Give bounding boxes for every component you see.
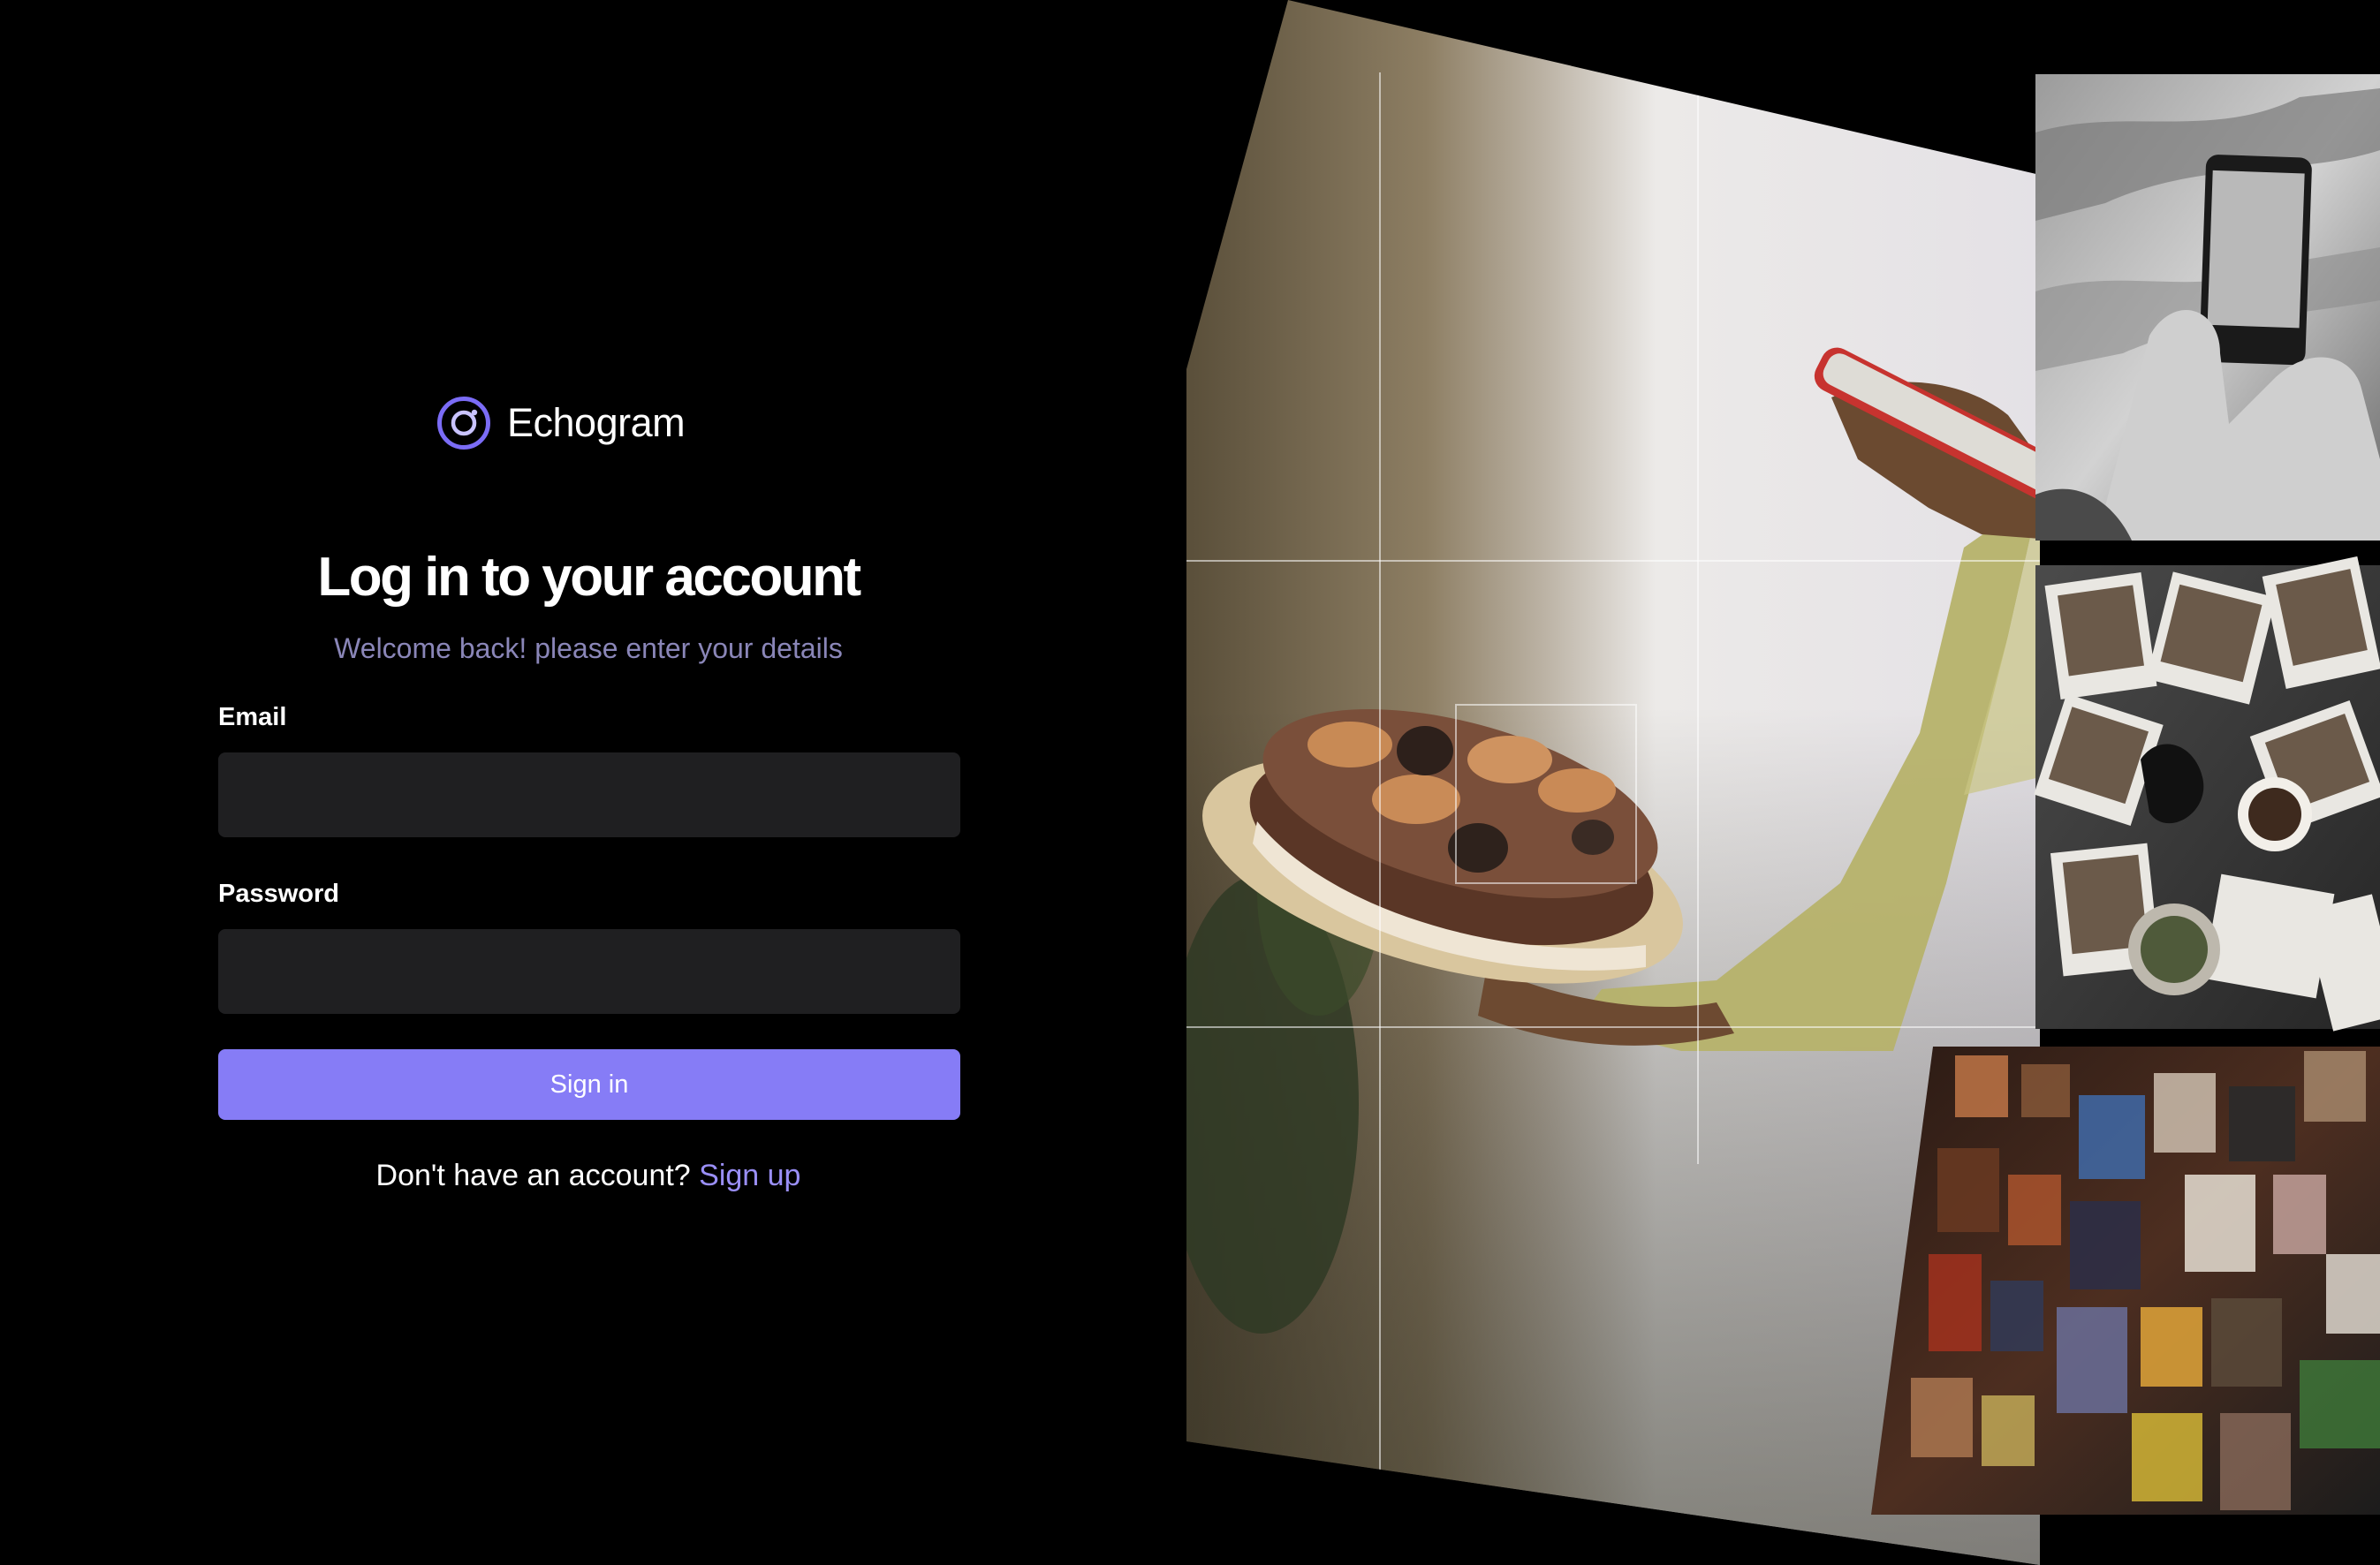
password-label: Password [218, 880, 339, 908]
sign-in-button[interactable]: Sign in [218, 1049, 960, 1120]
sign-up-link[interactable]: Sign up [699, 1159, 800, 1192]
signup-prompt-text: Don't have an account? [375, 1159, 691, 1192]
camera-lens-icon [437, 397, 490, 450]
login-panel: Echogram Log in to your account Welcome … [0, 0, 1184, 1565]
collage-artwork [1186, 0, 2380, 1565]
phone-photographing-architecture-photo [2035, 74, 2380, 541]
page-title: Log in to your account [317, 547, 861, 608]
brand-name: Echogram [507, 400, 686, 445]
photo-collage [1186, 0, 2380, 1565]
blurred-photo-wall-photo [1871, 1047, 2380, 1515]
login-page: Echogram Log in to your account Welcome … [0, 0, 2380, 1565]
scattered-polaroids-with-coffee-photo [2034, 556, 2380, 1032]
signup-prompt: Don't have an account? Sign up [0, 1153, 1177, 1198]
email-label: Email [218, 703, 287, 731]
brand: Echogram [436, 395, 686, 451]
page-subtitle: Welcome back! please enter your details [334, 632, 843, 664]
password-field[interactable] [218, 929, 960, 1014]
email-field[interactable] [218, 752, 960, 837]
